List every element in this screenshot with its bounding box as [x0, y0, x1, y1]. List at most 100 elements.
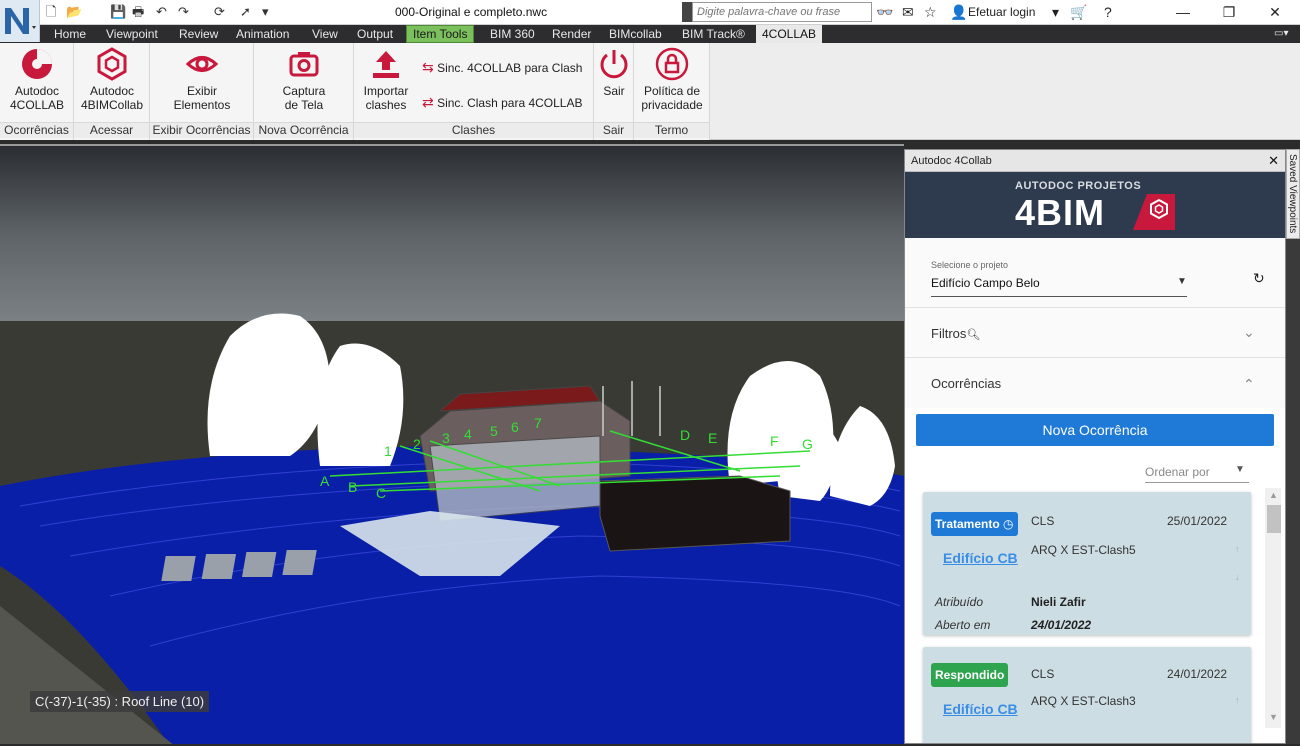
- filters-section[interactable]: Filtros🔍︎ ⌄: [905, 308, 1285, 358]
- maximize-icon[interactable]: ❐: [1214, 2, 1244, 22]
- brand-banner: AUTODOC PROJETOS 4BIM: [905, 172, 1285, 238]
- menu-render[interactable]: Render: [546, 25, 597, 43]
- communication-icon[interactable]: ✉: [902, 3, 914, 21]
- sair-button[interactable]: Sair: [596, 47, 632, 98]
- status-badge: Respondido: [931, 663, 1009, 687]
- project-select-value[interactable]: Edifício Campo Belo: [931, 276, 1040, 290]
- menu-viewpoint[interactable]: Viewpoint: [100, 25, 164, 43]
- undo-icon[interactable]: ↶: [156, 4, 167, 20]
- occurrence-card[interactable]: Respondido CLS 24/01/2022 ARQ X EST-Clas…: [923, 647, 1251, 743]
- group-ocorrencias: Autodoc 4COLLAB Ocorrências: [0, 43, 74, 140]
- refresh-icon[interactable]: ↻: [1253, 270, 1265, 287]
- menu-item-tools[interactable]: Item Tools: [406, 25, 475, 43]
- group-label-ocorrencias: Ocorrências: [0, 122, 73, 138]
- ribbon-panel-4collab: Autodoc 4COLLAB Ocorrências Autodoc 4BIM…: [0, 43, 710, 140]
- favorites-star-icon[interactable]: ☆: [924, 3, 937, 21]
- power-icon: [600, 50, 628, 79]
- group-label-clashes: Clashes: [354, 122, 593, 138]
- sort-select[interactable]: Ordenar por: [1145, 465, 1210, 479]
- project-link[interactable]: Edifício CB: [943, 701, 1018, 717]
- cart-icon[interactable]: 🛒: [1070, 3, 1087, 21]
- arrow-up-icon[interactable]: ↑: [1235, 695, 1240, 705]
- project-select-label: Selecione o projeto: [931, 260, 1009, 270]
- arrow-down-icon[interactable]: ↓: [1235, 572, 1240, 582]
- ribbon-options-icon[interactable]: ▭▾: [1268, 25, 1294, 43]
- autodoc-4collab-label: Autodoc 4COLLAB: [9, 84, 65, 112]
- grid-label-1: 1: [384, 443, 392, 459]
- autodoc-4bimcollab-button[interactable]: Autodoc 4BIMCollab: [78, 47, 146, 112]
- print-icon[interactable]: 🖶: [132, 4, 144, 20]
- select-pointer-icon[interactable]: ➚: [240, 4, 251, 20]
- importar-clashes-button[interactable]: Importar clashes: [356, 47, 416, 112]
- sinc-4collab-para-clash-label: Sinc. 4COLLAB para Clash: [437, 61, 583, 75]
- caret-down-icon[interactable]: ▼: [1235, 464, 1245, 475]
- sinc-clash-para-4collab-button[interactable]: ⇄ Sinc. Clash para 4COLLAB: [422, 94, 582, 111]
- scrollbar-thumb[interactable]: [1267, 505, 1281, 533]
- autodoc-logo-icon: [22, 49, 52, 79]
- occurrence-clash: ARQ X EST-Clash3: [1031, 694, 1136, 708]
- chevron-up-icon[interactable]: ⌃: [1243, 376, 1255, 393]
- sinc-4collab-para-clash-button[interactable]: ⇆ Sinc. 4COLLAB para Clash: [422, 59, 582, 76]
- menu-output[interactable]: Output: [351, 25, 399, 43]
- close-icon[interactable]: ✕: [1268, 150, 1279, 172]
- grid-label-A: A: [320, 473, 330, 489]
- sinc-clash-para-4collab-label: Sinc. Clash para 4COLLAB: [437, 96, 583, 110]
- menu-bim-360[interactable]: BIM 360: [484, 25, 541, 43]
- search-input[interactable]: [692, 2, 872, 22]
- occurrences-section[interactable]: Ocorrências ⌃: [905, 358, 1285, 408]
- user-icon[interactable]: 👤: [950, 3, 967, 21]
- scene-render: 1 2 3 4 5 6 7 A B C D E F G: [0, 146, 904, 744]
- scroll-up-icon[interactable]: ▲: [1269, 490, 1278, 500]
- group-label-termo: Termo: [634, 122, 709, 138]
- menu-4collab[interactable]: 4COLLAB: [756, 25, 823, 43]
- arrow-up-icon[interactable]: ↑: [1235, 544, 1240, 554]
- chevron-down-icon[interactable]: ⌄: [1243, 324, 1255, 341]
- caret-down-icon[interactable]: ▼: [1177, 276, 1187, 287]
- grid-label-2: 2: [413, 436, 421, 452]
- menu-view[interactable]: View: [306, 25, 344, 43]
- menu-home[interactable]: Home: [48, 25, 92, 43]
- grid-label-F: F: [770, 433, 779, 449]
- menu-bimcollab[interactable]: BIMcollab: [603, 25, 668, 43]
- 3d-viewport[interactable]: 1 2 3 4 5 6 7 A B C D E F G C(-37)-1(-35…: [0, 144, 904, 744]
- minimize-icon[interactable]: —: [1168, 2, 1198, 22]
- importar-clashes-label: Importar clashes: [363, 84, 409, 112]
- occurrence-card[interactable]: Tratamento ◷ CLS 25/01/2022 ARQ X EST-Cl…: [923, 492, 1251, 635]
- camera-icon: [289, 52, 319, 77]
- new-occurrence-button[interactable]: Nova Ocorrência: [916, 414, 1274, 446]
- login-button[interactable]: Efetuar login: [968, 5, 1035, 19]
- menu-review[interactable]: Review: [173, 25, 224, 43]
- autodoc-4collab-button[interactable]: Autodoc 4COLLAB: [4, 47, 70, 112]
- grid-label-7: 7: [534, 415, 542, 431]
- occurrence-code: CLS: [1031, 667, 1055, 681]
- hexagon-logo-icon: [97, 47, 127, 81]
- exibir-elementos-button[interactable]: Exibir Elementos: [168, 47, 236, 112]
- close-icon[interactable]: ✕: [1260, 2, 1290, 22]
- project-link[interactable]: Edifício CB: [943, 550, 1018, 566]
- politica-de-privacidade-button[interactable]: Política de privacidade: [636, 47, 708, 112]
- grid-label-G: G: [802, 436, 813, 452]
- refresh-icon[interactable]: ⟳: [214, 4, 225, 20]
- autodoc-4collab-panel: Autodoc 4Collab ✕ AUTODOC PROJETOS 4BIM …: [904, 149, 1286, 744]
- scroll-down-icon[interactable]: ▼: [1269, 712, 1278, 722]
- chevron-down-icon[interactable]: ▾: [262, 4, 269, 20]
- binoculars-icon[interactable]: 👓: [876, 3, 893, 21]
- chevron-down-icon[interactable]: ▾: [1052, 3, 1059, 21]
- occurrences-label: Ocorrências: [931, 376, 1002, 391]
- menu-bim-track[interactable]: BIM Track®: [676, 25, 751, 43]
- assigned-value: Nieli Zafir: [1031, 595, 1086, 609]
- save-icon[interactable]: 💾: [110, 4, 126, 20]
- help-icon[interactable]: ?: [1104, 3, 1112, 21]
- filters-label: Filtros🔍︎: [931, 326, 981, 341]
- occurrence-date: 25/01/2022: [1167, 514, 1228, 528]
- menu-animation[interactable]: Animation: [230, 25, 295, 43]
- captura-de-tela-button[interactable]: Captura de Tela: [270, 47, 338, 112]
- group-clashes: Importar clashes ⇆ Sinc. 4COLLAB para Cl…: [354, 43, 594, 140]
- open-folder-icon[interactable]: 📂: [66, 4, 82, 20]
- project-select[interactable]: Selecione o projeto Edifício Campo Belo …: [905, 238, 1285, 308]
- saved-viewpoints-tab[interactable]: Saved Viewpoints: [1286, 149, 1300, 239]
- new-file-icon[interactable]: 🗋: [46, 4, 56, 20]
- app-logo[interactable]: [0, 0, 40, 42]
- occurrence-clash: ARQ X EST-Clash5: [1031, 543, 1136, 557]
- redo-icon[interactable]: ↷: [178, 4, 189, 20]
